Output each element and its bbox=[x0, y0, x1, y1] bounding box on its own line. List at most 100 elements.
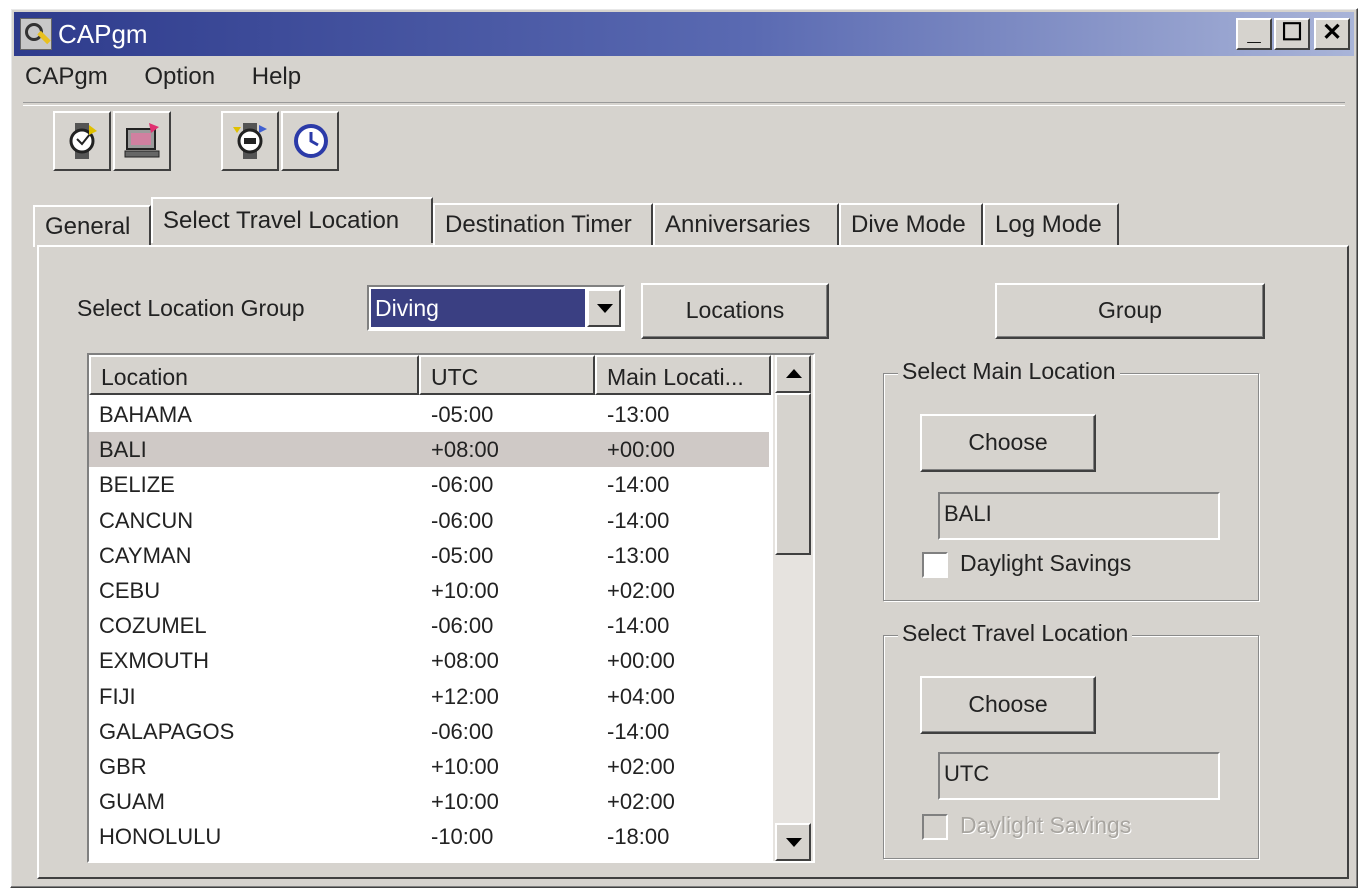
cell-location: BELIZE bbox=[99, 472, 175, 498]
table-row[interactable]: BALI +08:00 +00:00 bbox=[89, 432, 769, 468]
cell-utc: -06:00 bbox=[431, 718, 494, 744]
table-row[interactable]: CAYMAN -05:00 -13:00 bbox=[89, 538, 769, 573]
location-group-select[interactable]: Diving bbox=[367, 285, 625, 331]
table-row[interactable]: GALAPAGOS -06:00 -14:00 bbox=[89, 714, 769, 749]
menu-capgm[interactable]: CAPgm bbox=[25, 59, 108, 95]
chevron-down-icon[interactable] bbox=[587, 289, 621, 327]
cell-utc: -06:00 bbox=[431, 507, 494, 533]
cell-location: EXMOUTH bbox=[99, 648, 209, 674]
cell-location: HONOLULU bbox=[99, 824, 222, 850]
menu-bar: CAPgm Option Help bbox=[25, 59, 331, 95]
travel-location-field[interactable]: UTC bbox=[938, 752, 1220, 800]
cell-main-location: -14:00 bbox=[607, 472, 670, 498]
travel-location-group-title: Select Travel Location bbox=[898, 620, 1133, 647]
main-daylight-label: Daylight Savings bbox=[960, 550, 1132, 576]
travel-daylight-label: Daylight Savings bbox=[960, 812, 1132, 838]
cell-location: FIJI bbox=[99, 683, 136, 709]
table-row[interactable]: EXMOUTH +08:00 +00:00 bbox=[89, 643, 769, 678]
minimize-button[interactable]: _ bbox=[1236, 18, 1272, 50]
cell-location: GALAPAGOS bbox=[99, 718, 235, 744]
cell-main-location: +02:00 bbox=[607, 753, 675, 779]
cell-main-location: +02:00 bbox=[607, 789, 675, 815]
cell-location: GBR bbox=[99, 753, 147, 779]
cell-main-location: -13:00 bbox=[607, 402, 670, 427]
table-row[interactable]: FIJI +12:00 +04:00 bbox=[89, 679, 769, 714]
table-row[interactable]: COZUMEL -06:00 -14:00 bbox=[89, 608, 769, 643]
tab-general[interactable]: General bbox=[33, 205, 151, 247]
main-location-group-title: Select Main Location bbox=[898, 358, 1120, 385]
table-row[interactable]: GBR +10:00 +02:00 bbox=[89, 749, 769, 784]
close-button[interactable]: ✕ bbox=[1314, 18, 1350, 50]
cell-location: CAYMAN bbox=[99, 542, 192, 568]
cell-main-location: -14:00 bbox=[607, 613, 670, 639]
cell-location: BAHAMA bbox=[99, 402, 192, 427]
scroll-down-icon[interactable] bbox=[775, 823, 811, 861]
cell-utc: -06:00 bbox=[431, 613, 494, 639]
cell-utc: +10:00 bbox=[431, 789, 499, 815]
locations-button[interactable]: Locations bbox=[641, 283, 829, 339]
watch-settings-icon bbox=[233, 123, 267, 159]
maximize-button[interactable]: ☐ bbox=[1274, 18, 1310, 50]
table-row[interactable]: CEBU +10:00 +02:00 bbox=[89, 573, 769, 608]
vertical-scrollbar[interactable] bbox=[773, 355, 813, 861]
cell-main-location: +02:00 bbox=[607, 577, 675, 603]
column-header-utc[interactable]: UTC bbox=[419, 355, 595, 395]
group-button[interactable]: Group bbox=[995, 283, 1265, 339]
travel-daylight-checkbox bbox=[922, 814, 948, 840]
pc-transfer-button[interactable] bbox=[113, 111, 171, 171]
table-row[interactable]: CANCUN -06:00 -14:00 bbox=[89, 503, 769, 538]
cell-main-location: +00:00 bbox=[607, 648, 675, 674]
cell-location: CEBU bbox=[99, 577, 161, 603]
main-location-field[interactable]: BALI bbox=[938, 492, 1220, 540]
cell-utc: +10:00 bbox=[431, 753, 499, 779]
window-title: CAPgm bbox=[58, 19, 148, 49]
app-window: CAPgm _ ☐ ✕ CAPgm Option Help General Se… bbox=[10, 8, 1358, 888]
choose-main-location-button[interactable]: Choose bbox=[920, 414, 1096, 472]
location-group-value: Diving bbox=[371, 289, 585, 327]
menu-option[interactable]: Option bbox=[144, 59, 215, 95]
column-header-location[interactable]: Location bbox=[89, 355, 419, 395]
watch-transfer-icon bbox=[69, 123, 97, 159]
main-daylight-checkbox[interactable] bbox=[922, 552, 948, 578]
cell-utc: +10:00 bbox=[431, 577, 499, 603]
table-row[interactable]: GUAM +10:00 +02:00 bbox=[89, 784, 769, 819]
cell-utc: +12:00 bbox=[431, 683, 499, 709]
table-row[interactable]: BAHAMA -05:00 -13:00 bbox=[89, 397, 769, 432]
clock-button[interactable] bbox=[281, 111, 339, 171]
tab-log-mode[interactable]: Log Mode bbox=[983, 203, 1119, 245]
toolbar-separator bbox=[23, 102, 1345, 106]
table-row[interactable]: HONOLULU -10:00 -18:00 bbox=[89, 819, 769, 854]
cell-utc: -06:00 bbox=[431, 472, 494, 498]
tab-select-travel-location[interactable]: Select Travel Location bbox=[151, 197, 433, 243]
app-icon[interactable] bbox=[20, 18, 52, 50]
tab-panel-select-travel-location: Select Location Group Diving Locations G… bbox=[37, 245, 1349, 879]
list-rows: BAHAMA -05:00 -13:00 BALI +08:00 +00:00 BELIZE… bbox=[89, 397, 769, 854]
cell-main-location: -14:00 bbox=[607, 507, 670, 533]
cell-utc: +08:00 bbox=[431, 437, 499, 463]
cell-location: CANCUN bbox=[99, 507, 194, 533]
location-list[interactable]: Location UTC Main Locati... BAHAMA -05:00… bbox=[87, 353, 815, 863]
cell-main-location: -13:00 bbox=[607, 542, 670, 568]
table-row[interactable]: BELIZE -06:00 -14:00 bbox=[89, 467, 769, 502]
tab-anniversaries[interactable]: Anniversaries bbox=[653, 203, 839, 245]
watch-settings-button[interactable] bbox=[221, 111, 279, 171]
tab-dive-mode[interactable]: Dive Mode bbox=[839, 203, 983, 245]
title-bar[interactable]: CAPgm _ ☐ ✕ bbox=[14, 12, 1354, 56]
cell-utc: -10:00 bbox=[431, 824, 494, 850]
column-header-main-location[interactable]: Main Locati... bbox=[595, 355, 771, 395]
travel-location-group: Select Travel Location Choose UTC Daylig… bbox=[883, 620, 1259, 859]
list-header: Location UTC Main Locati... bbox=[89, 355, 771, 395]
choose-travel-location-button[interactable]: Choose bbox=[920, 676, 1096, 734]
scroll-thumb[interactable] bbox=[775, 393, 811, 555]
clock-icon bbox=[294, 124, 328, 158]
cell-main-location: +04:00 bbox=[607, 683, 675, 709]
menu-help[interactable]: Help bbox=[252, 59, 301, 95]
scroll-up-icon[interactable] bbox=[775, 355, 811, 393]
cell-location: BALI bbox=[99, 437, 147, 463]
cell-main-location: -18:00 bbox=[607, 824, 670, 850]
watch-transfer-button[interactable] bbox=[53, 111, 111, 171]
location-group-label: Select Location Group bbox=[77, 295, 305, 321]
cell-location: GUAM bbox=[99, 789, 165, 815]
tab-destination-timer[interactable]: Destination Timer bbox=[433, 203, 653, 245]
pc-transfer-icon bbox=[124, 123, 160, 158]
